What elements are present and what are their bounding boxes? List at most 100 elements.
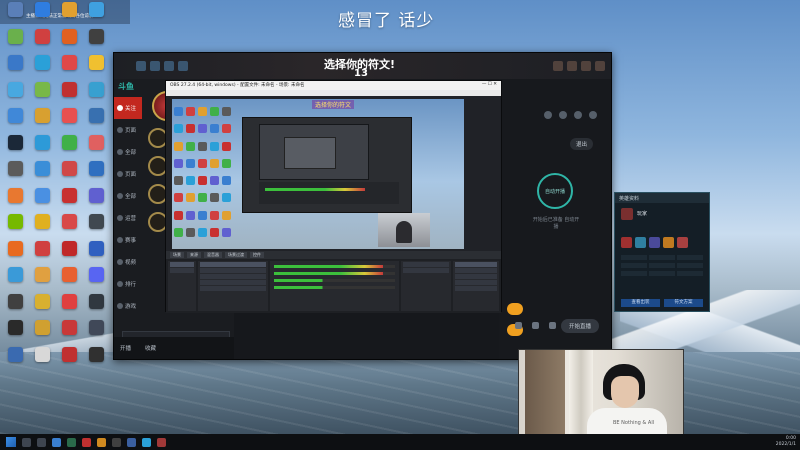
desktop-shortcut[interactable] [56,187,82,213]
scenes-dock[interactable] [168,261,196,311]
transition-row[interactable] [403,268,450,273]
desktop-shortcut[interactable] [56,240,82,266]
audio-mixer-dock[interactable] [269,261,400,311]
start-stream-button[interactable]: 开始直播 [560,319,599,333]
scene-row[interactable] [170,262,194,267]
item-icon[interactable] [621,237,632,248]
rune-plan-button[interactable]: 符文方案 [664,299,703,307]
desktop-shortcut[interactable] [29,240,55,266]
desktop-shortcut[interactable] [56,214,82,239]
desktop-shortcut[interactable] [83,81,109,107]
client-app-icon[interactable] [567,61,577,71]
exit-obs-button[interactable] [455,286,497,291]
obs-dock-tab[interactable]: 场景过渡 [225,252,247,258]
desktop-shortcut[interactable] [56,161,82,186]
client-app-icon[interactable] [178,61,188,71]
desktop-shortcut[interactable] [29,320,55,345]
client-app-icon[interactable] [136,61,146,71]
champion-stats-panel[interactable]: 英雄资料 玩家 查看出装 符文方案 [614,192,710,312]
desktop-shortcut[interactable] [2,187,28,213]
desktop-shortcut[interactable] [2,320,28,345]
desktop-shortcut[interactable] [83,267,109,292]
desktop-shortcut[interactable] [2,81,28,107]
desktop-shortcut[interactable] [29,2,55,27]
nav-item[interactable]: 关注 [114,97,142,119]
desktop-shortcut[interactable] [56,293,82,319]
desktop-shortcut[interactable] [83,108,109,133]
system-tray[interactable]: 0:00 2022/1/1 [776,436,796,448]
start-streaming-button[interactable] [455,262,497,267]
orange-action-button[interactable] [507,303,523,315]
source-row[interactable] [199,262,266,267]
desktop-shortcut[interactable] [83,161,109,186]
obs-capture-window[interactable]: OBS 27.2.4 (64-bit, windows) - 配置文件: 未命名… [165,80,502,313]
desktop-shortcut[interactable] [29,267,55,292]
client-app-icon[interactable] [595,61,605,71]
item-icon[interactable] [677,237,688,248]
start-recording-button[interactable] [455,268,497,273]
taskbar-app-icon[interactable] [52,437,61,447]
nav-item[interactable]: 页面 [114,163,142,185]
desktop-shortcut[interactable] [2,267,28,292]
obs-dock-tab[interactable]: 混音器 [204,252,222,258]
desktop-shortcut[interactable] [83,187,109,213]
client-app-icon[interactable] [150,61,160,71]
desktop-shortcut[interactable] [56,81,82,107]
settings-icon[interactable] [549,322,556,329]
desktop-shortcut[interactable] [83,320,109,345]
desktop-shortcut[interactable] [56,2,82,27]
scene-row[interactable] [170,268,194,273]
gear-icon[interactable] [532,322,539,329]
client-app-icon[interactable] [581,61,591,71]
menu-icon[interactable] [589,111,597,119]
client-app-icon[interactable] [164,61,174,71]
desktop-shortcut[interactable] [2,293,28,319]
taskbar-app-icon[interactable] [127,437,136,447]
taskbar-app-icon[interactable] [67,437,76,447]
favorites-button[interactable]: 收藏 [145,344,156,352]
bell-icon[interactable] [559,111,567,119]
desktop-shortcut[interactable] [2,108,28,133]
desktop-shortcut[interactable] [83,28,109,54]
controls-dock[interactable] [453,261,499,311]
desktop-shortcut[interactable] [29,214,55,239]
obs-dock-tab[interactable]: 来源 [187,252,201,258]
obs-dock-tab[interactable]: 控件 [250,252,264,258]
desktop-shortcut[interactable] [83,2,109,27]
desktop-shortcut[interactable] [56,267,82,292]
transitions-dock[interactable] [401,261,452,311]
desktop-shortcut[interactable] [2,28,28,54]
window-controls-icon[interactable]: — ☐ ✕ [482,82,497,89]
nav-item[interactable]: 排行 [114,273,142,295]
search-icon[interactable] [22,437,31,447]
obs-dock-tab[interactable]: 场景 [170,252,184,258]
desktop-shortcut[interactable] [56,28,82,54]
nav-item[interactable]: 视频 [114,251,142,273]
item-icon[interactable] [663,237,674,248]
desktop-shortcut[interactable] [29,134,55,160]
desktop-shortcut[interactable] [2,55,28,80]
desktop-shortcut[interactable] [2,214,28,239]
go-live-button[interactable]: 开播 [120,344,131,352]
desktop-shortcut[interactable] [56,108,82,133]
desktop-shortcut[interactable] [83,55,109,80]
windows-start-icon[interactable] [6,437,16,447]
desktop-shortcut[interactable] [29,346,55,372]
desktop-shortcut[interactable] [29,293,55,319]
desktop-shortcut[interactable] [56,346,82,372]
desktop-shortcut[interactable] [83,214,109,239]
desktop-shortcut[interactable] [56,55,82,80]
desktop-shortcut[interactable] [29,161,55,186]
desktop-shortcut[interactable] [83,293,109,319]
nav-item[interactable]: 全部 [114,141,142,163]
settings-button[interactable] [455,280,497,285]
transition-row[interactable] [403,262,450,267]
desktop-shortcut[interactable] [83,134,109,160]
source-row[interactable] [199,274,266,279]
nav-item[interactable]: 全部 [114,185,142,207]
taskbar-app-icon[interactable] [112,437,121,447]
desktop-shortcut[interactable] [56,134,82,160]
taskbar-app-icon[interactable] [97,437,106,447]
desktop-shortcut[interactable] [29,81,55,107]
taskbar-app-icon[interactable] [82,437,91,447]
